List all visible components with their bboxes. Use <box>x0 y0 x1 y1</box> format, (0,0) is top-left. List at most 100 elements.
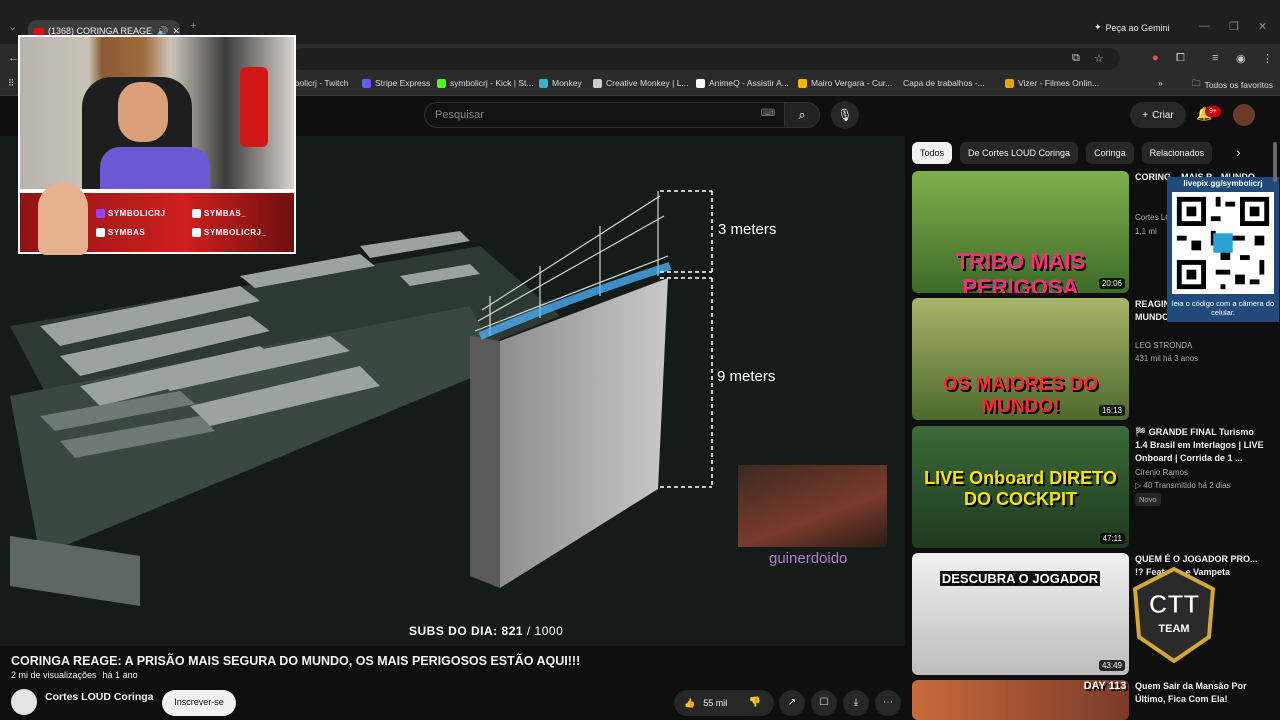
list-item[interactable]: DAY 113 Quem Sair da Mansão Por Último, … <box>912 680 1272 720</box>
extensions-icon[interactable]: ⧠ <box>1176 52 1185 65</box>
qr-code-icon <box>1172 192 1274 294</box>
extension-record-icon[interactable]: ● <box>1152 52 1159 64</box>
rec-stats: ▷ 40 Transmitido há 2 dias <box>1135 481 1231 490</box>
like-count: 55 mil <box>703 698 728 708</box>
new-badge: Novo <box>1135 493 1161 506</box>
channel-name[interactable]: Cortes LOUD Coringa <box>45 691 154 703</box>
video-thumbnail[interactable]: DAY 113 <box>912 680 1129 720</box>
thumbnail-text: OS MAIORES DO MUNDO! <box>942 374 1099 417</box>
rec-channel[interactable]: LEO STRONDA <box>1135 341 1192 350</box>
tab-list-icon[interactable]: ⌄ <box>8 20 17 33</box>
bookmark-item[interactable]: Capa de trabalhos -... <box>903 78 985 88</box>
more-bookmarks-icon[interactable]: » <box>1158 78 1163 88</box>
bookmark-item[interactable]: Monkey <box>539 78 582 88</box>
bookmark-item[interactable]: Mairo Vergara - Cur... <box>798 78 892 88</box>
share-button[interactable]: ↗ <box>779 690 805 716</box>
voice-search-button[interactable]: 🎙 <box>831 101 859 129</box>
apps-grid-icon[interactable]: ⠿ <box>8 78 14 89</box>
view-count: 2 mi de visualizações <box>11 670 97 680</box>
chip-coringa[interactable]: Coringa <box>1086 142 1134 164</box>
search-placeholder: Pesquisar <box>435 109 484 121</box>
video-title: CORINGA REAGE: A PRISÃO MAIS SEGURA DO M… <box>11 654 581 668</box>
duration-badge: 20:06 <box>1098 278 1125 289</box>
share-icon: ↗ <box>787 697 797 708</box>
qr-caption: leia o código com a câmera do celular. <box>1171 299 1275 317</box>
chip-todos[interactable]: Todos <box>912 142 953 164</box>
duration-badge: 43:49 <box>1098 660 1125 671</box>
bookmark-star-icon[interactable]: ☆ <box>1094 52 1104 65</box>
gemini-button[interactable]: ✦ Peça ao Gemini <box>1094 22 1170 33</box>
video-thumbnail[interactable]: TRIBO MAIS PERIGOSA 20:06 <box>912 171 1129 293</box>
maximize-icon[interactable]: ❐ <box>1229 20 1239 33</box>
cast-icon[interactable]: ⧉ <box>1072 52 1080 65</box>
video-thumbnail[interactable]: OS MAIORES DO MUNDO! 16:13 <box>912 298 1129 420</box>
create-label: Criar <box>1152 109 1174 121</box>
bookmark-item[interactable]: Stripe Express <box>362 78 430 88</box>
download-button[interactable]: ⤓ <box>843 690 869 716</box>
page-scrollbar[interactable] <box>1272 136 1278 720</box>
rec-title[interactable]: Quem Sair da Mansão Por Último, Fica Com… <box>1135 680 1265 706</box>
social-handles-panel: SYMBOLICRJ SYMBAS_ SYMBAS SYMBOLICRJ_ <box>18 183 296 255</box>
subscribe-button[interactable]: Inscrever-se <box>162 690 236 716</box>
bookmark-item[interactable]: symbolicrj - Kick | St... <box>437 78 533 88</box>
profile-icon[interactable]: ◉ <box>1236 52 1246 65</box>
alert-username: guinerdoido <box>769 550 848 567</box>
scrollbar-thumb[interactable] <box>1273 142 1277 182</box>
save-button[interactable]: ☐ <box>811 690 837 716</box>
youtube-handle: SYMBAS <box>96 228 145 237</box>
plus-icon: + <box>1142 109 1149 121</box>
minimize-icon[interactable]: — <box>1199 20 1210 32</box>
download-icon: ⤓ <box>853 697 859 708</box>
search-icon: ⌕ <box>798 107 806 122</box>
close-window-icon[interactable]: ✕ <box>1258 20 1267 33</box>
bookmark-item[interactable]: Vizer - Filmes Onlin... <box>1005 78 1099 88</box>
thumbnail-text: DAY 113 <box>1083 680 1127 692</box>
duration-badge: 47:11 <box>1099 533 1125 544</box>
ctt-logo-text: CTT <box>1148 589 1200 620</box>
account-avatar[interactable] <box>1233 104 1255 126</box>
list-item[interactable]: LIVE Onboard DIRETO DO COCKPIT 47:11 🏁 G… <box>912 426 1272 548</box>
bookmark-item[interactable]: AnimeQ - Assistir A... <box>696 78 789 88</box>
address-bar[interactable] <box>290 48 1120 70</box>
create-button[interactable]: + Criar <box>1130 102 1186 128</box>
bookmark-item[interactable]: nbolicrj - Twitch <box>290 78 348 88</box>
avatar-caricature <box>38 183 88 255</box>
thumbnail-text: LIVE Onboard DIRETO DO COCKPIT <box>924 468 1117 509</box>
chip-channel[interactable]: De Cortes LOUD Coringa <box>960 142 1079 164</box>
search-input[interactable]: Pesquisar ⌨ <box>424 102 786 128</box>
bookmark-item[interactable]: Creative Monkey | L... <box>593 78 689 88</box>
youtube-favicon-icon <box>34 27 44 35</box>
twitch-handle: SYMBOLICRJ <box>96 209 165 218</box>
instagram-handle: SYMBOLICRJ_ <box>192 228 266 237</box>
keyboard-icon[interactable]: ⌨ <box>761 108 775 119</box>
streamer-webcam <box>18 35 296 191</box>
microphone-icon: 🎙 <box>837 108 853 122</box>
upload-age: há 1 ano <box>102 670 138 680</box>
thumbnail-text: DESCUBRA O JOGADOR <box>940 571 1100 586</box>
menu-kebab-icon[interactable]: ⋮ <box>1262 52 1273 65</box>
dimension-label-bottom: 9 meters <box>717 368 776 385</box>
chip-related[interactable]: Relacionados <box>1141 142 1213 164</box>
save-icon: ☐ <box>819 697 829 708</box>
chevron-right-icon[interactable]: › <box>1236 144 1241 160</box>
rec-channel[interactable]: Cirenio Ramos <box>1135 468 1188 477</box>
video-thumbnail[interactable]: DESCUBRA O JOGADOR 43:49 <box>912 553 1129 675</box>
streamer-face <box>118 82 168 142</box>
gemini-label: Peça ao Gemini <box>1105 22 1170 33</box>
livepix-qr-overlay: livepix.gg/symbolicrj leia o código com … <box>1167 177 1279 322</box>
rec-title[interactable]: 🏁 GRANDE FINAL Turismo 1.4 Brasil em Int… <box>1135 426 1265 465</box>
tiktok-handle: SYMBAS_ <box>192 209 246 218</box>
video-thumbnail[interactable]: LIVE Onboard DIRETO DO COCKPIT 47:11 <box>912 426 1129 548</box>
rec-stats: 1,1 mi <box>1135 227 1157 236</box>
channel-avatar[interactable] <box>11 689 37 715</box>
new-tab-icon[interactable]: + <box>190 20 196 32</box>
media-controls-icon[interactable]: ≡ <box>1212 52 1218 64</box>
search-button[interactable]: ⌕ <box>784 102 820 128</box>
more-icon: ⋯ <box>883 697 893 708</box>
video-meta: 2 mi de visualizações há 1 ano <box>11 670 138 680</box>
thumbs-up-icon: 👍 <box>684 697 696 708</box>
more-actions-button[interactable]: ⋯ <box>875 690 901 716</box>
all-bookmarks-folder[interactable]: 🗀 Todos os favoritos <box>1192 78 1273 92</box>
dimension-label-top: 3 meters <box>718 221 777 238</box>
dislike-button[interactable]: 👎 <box>742 690 768 716</box>
